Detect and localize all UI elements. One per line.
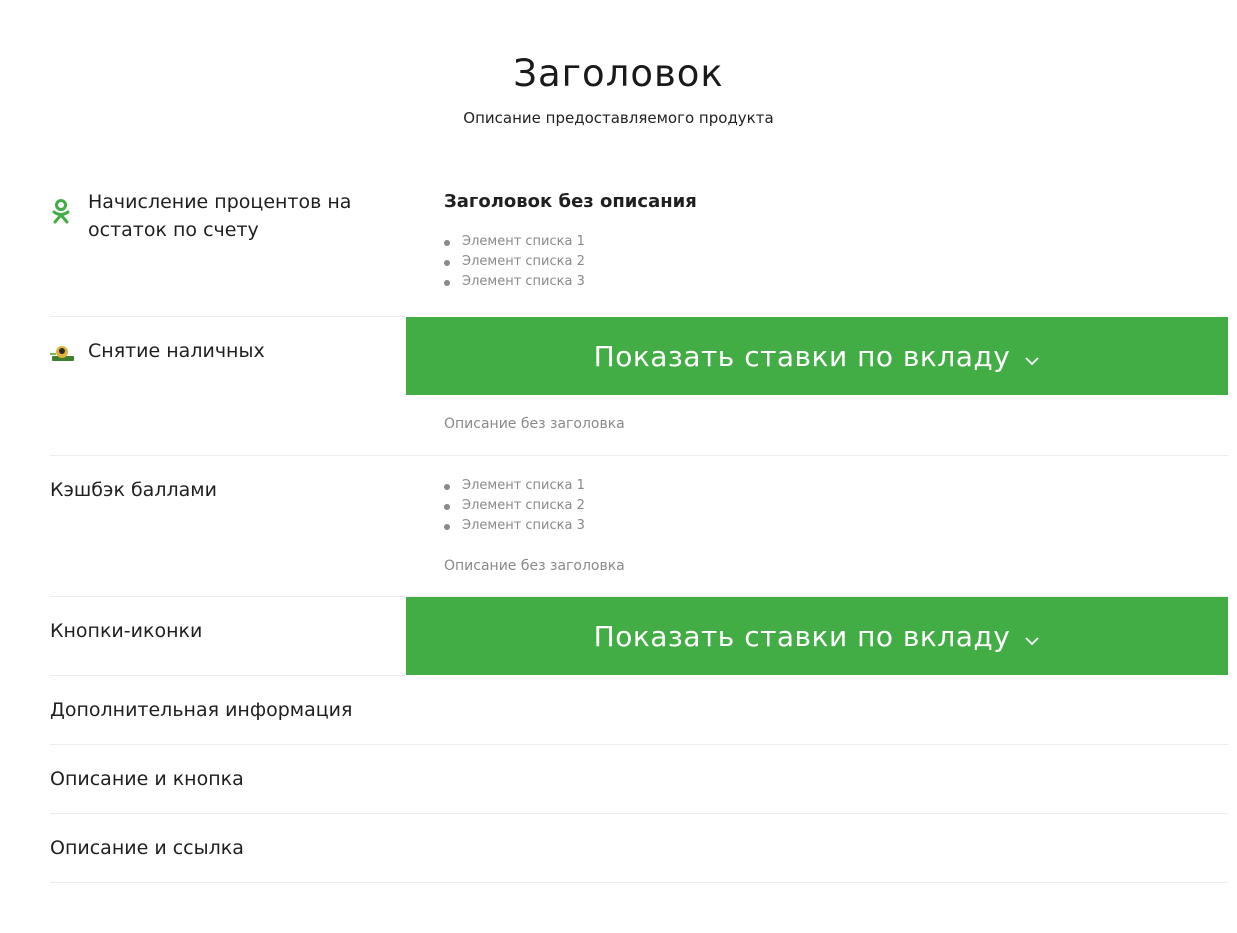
table-row: Снятие наличных Показать ставки по вклад…	[50, 317, 1228, 456]
divider	[50, 882, 1228, 883]
list-item: Элемент списка 3	[444, 272, 1228, 292]
list-item: Элемент списка 3	[444, 516, 1228, 536]
description: Описание без заголовка	[444, 416, 625, 432]
section-title: Заголовок без описания	[444, 191, 697, 212]
list-item: Элемент списка 1	[444, 232, 1228, 252]
features-table: Начисление процентов на остаток по счету…	[50, 181, 1228, 883]
row-label: Описание и кнопка	[50, 768, 244, 790]
button-label: Показать ставки по вкладу	[593, 339, 1011, 373]
table-row: Начисление процентов на остаток по счету…	[50, 181, 1228, 317]
list-item: Элемент списка 2	[444, 252, 1228, 272]
page-subtitle: Описание предоставляемого продукта	[463, 109, 774, 127]
table-row: Кэшбэк баллами Элемент списка 1 Элемент …	[50, 456, 1228, 597]
bullet-list: Элемент списка 1 Элемент списка 2 Элемен…	[406, 232, 1228, 292]
chevron-down-icon	[1024, 620, 1040, 653]
bullet-list: Элемент списка 1 Элемент списка 2 Элемен…	[406, 476, 1228, 536]
table-row[interactable]: Дополнительная информация	[50, 676, 1228, 745]
row-label: Кэшбэк баллами	[50, 479, 217, 501]
table-row[interactable]: Описание и ссылка	[50, 814, 1228, 883]
row-label: Кнопки-иконки	[50, 620, 203, 642]
list-item: Элемент списка 1	[444, 476, 1228, 496]
odnoklassniki-icon	[50, 188, 88, 244]
row-label: Описание и ссылка	[50, 837, 244, 859]
show-rates-button[interactable]: Показать ставки по вкладу	[406, 597, 1228, 675]
chevron-down-icon	[1024, 340, 1040, 373]
button-label: Показать ставки по вкладу	[593, 619, 1011, 653]
show-rates-button[interactable]: Показать ставки по вкладу	[406, 317, 1228, 395]
cash-withdrawal-icon	[50, 337, 88, 367]
page-header: Заголовок Описание предоставляемого прод…	[0, 52, 1237, 128]
description: Описание без заголовка	[444, 558, 625, 574]
row-label: Начисление процентов на остаток по счету	[88, 191, 352, 241]
list-item: Элемент списка 2	[444, 496, 1228, 516]
table-row[interactable]: Описание и кнопка	[50, 745, 1228, 814]
row-label: Дополнительная информация	[50, 699, 353, 721]
page-title: Заголовок	[513, 52, 724, 95]
table-row: Кнопки-иконки Показать ставки по вкладу	[50, 597, 1228, 676]
row-label: Снятие наличных	[88, 340, 265, 362]
